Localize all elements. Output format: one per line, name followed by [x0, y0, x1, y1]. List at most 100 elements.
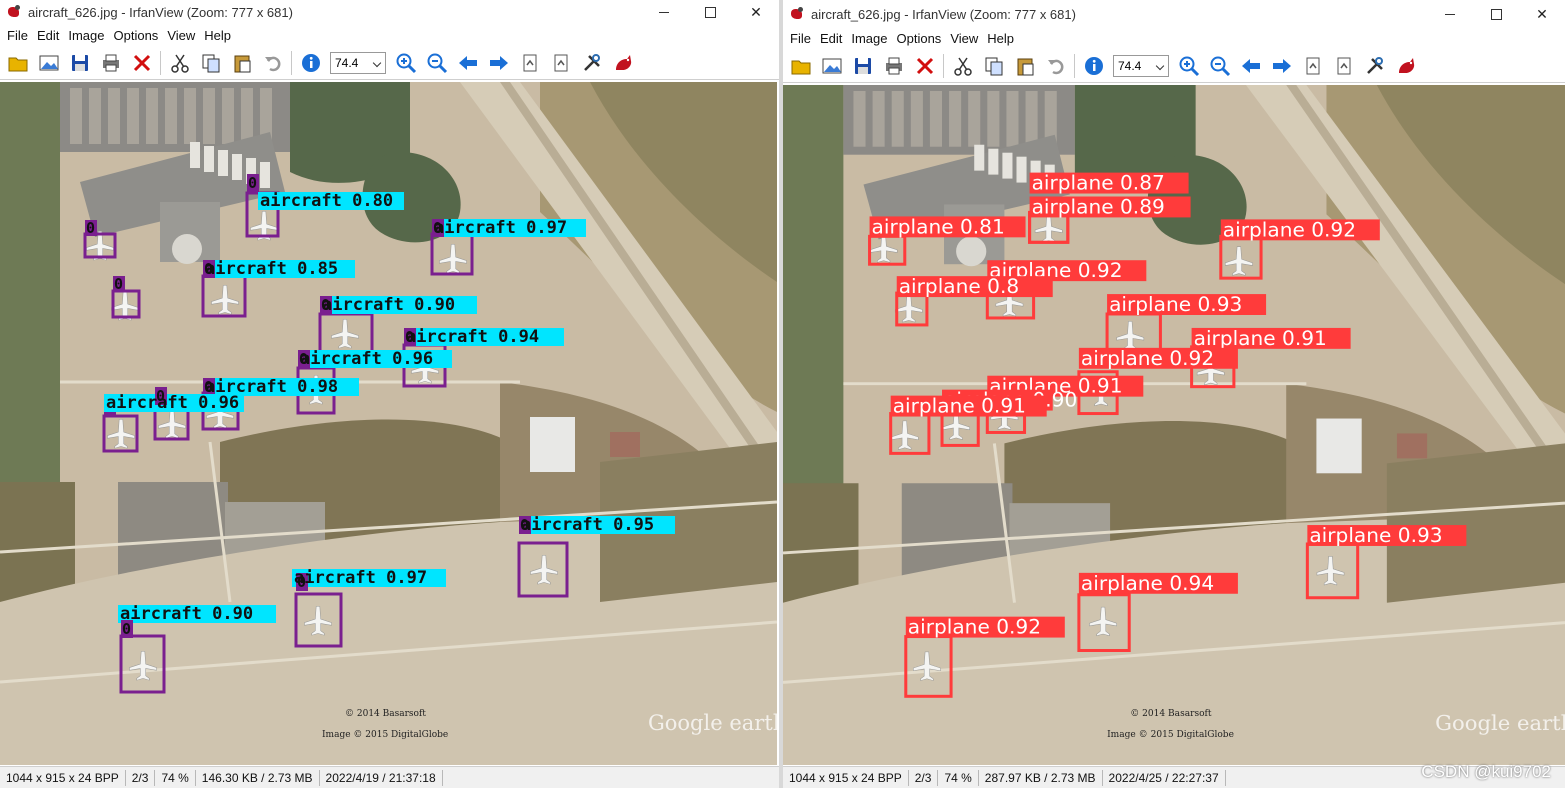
info-icon[interactable] — [1078, 51, 1109, 81]
properties-icon[interactable] — [1359, 51, 1390, 81]
parking-row — [1025, 90, 1038, 147]
zoom-level-select[interactable]: 74.4 — [330, 51, 386, 74]
terminal-roof-panel — [204, 146, 214, 172]
open-folder-icon[interactable] — [785, 51, 816, 81]
irfanview-cat-icon[interactable] — [1390, 51, 1421, 81]
cut-icon[interactable] — [164, 48, 195, 78]
save-icon[interactable] — [847, 51, 878, 81]
minimize-button[interactable] — [641, 0, 687, 24]
paste-icon[interactable] — [226, 48, 257, 78]
detection-label: airplane 0.8 — [899, 274, 1019, 298]
delete-icon[interactable] — [909, 51, 940, 81]
detection-label: aircraft 0.90 — [322, 295, 455, 315]
parking-row — [70, 88, 82, 144]
parking-row — [241, 88, 253, 144]
parking-row — [853, 90, 866, 147]
detection-label: aircraft 0.85 — [205, 259, 338, 279]
undo-icon[interactable] — [257, 48, 288, 78]
image-viewport[interactable]: © 2014 Basarsoft Image © 2015 DigitalGlob… — [783, 85, 1565, 765]
zoom-in-icon[interactable] — [1173, 51, 1204, 81]
copy-icon[interactable] — [195, 48, 226, 78]
menu-view[interactable]: View — [946, 31, 982, 46]
small-building — [1396, 433, 1428, 459]
detection-label: aircraft 0.95 — [521, 515, 654, 535]
toolbar-separator — [1074, 53, 1075, 78]
menu-file[interactable]: File — [3, 28, 32, 43]
menu-image[interactable]: Image — [64, 28, 108, 43]
terminal-rotunda — [956, 236, 987, 267]
maximize-button[interactable] — [687, 0, 733, 24]
parking-row — [1006, 90, 1019, 147]
next-icon[interactable] — [1266, 51, 1297, 81]
zoom-out-icon[interactable] — [421, 48, 452, 78]
next-icon[interactable] — [483, 48, 514, 78]
title-bar[interactable]: aircraft_626.jpg - IrfanView (Zoom: 777 … — [0, 0, 779, 24]
slideshow-icon[interactable] — [816, 51, 847, 81]
zoom-level-select[interactable]: 74.4 — [1113, 54, 1169, 77]
menu-options[interactable]: Options — [893, 31, 946, 46]
undo-icon[interactable] — [1040, 51, 1071, 81]
cut-icon[interactable] — [947, 51, 978, 81]
parking-row — [222, 88, 234, 144]
parking-row — [165, 88, 177, 144]
map-credit-text: © 2014 Basarsoft — [345, 709, 426, 719]
parking-row — [146, 88, 158, 144]
slideshow-icon[interactable] — [33, 48, 64, 78]
toolbar-separator — [291, 50, 292, 75]
irfanview-cat-icon[interactable] — [607, 48, 638, 78]
status-zoom: 74 % — [155, 769, 196, 786]
menu-image[interactable]: Image — [847, 31, 891, 46]
toolbar-separator — [943, 53, 944, 78]
menu-view[interactable]: View — [163, 28, 199, 43]
delete-icon[interactable] — [126, 48, 157, 78]
copy-icon[interactable] — [978, 51, 1009, 81]
terminal-roof-panel — [260, 162, 270, 188]
map-credit-text: © 2014 Basarsoft — [1130, 709, 1212, 719]
close-button[interactable]: ✕ — [1519, 2, 1565, 26]
print-icon[interactable] — [95, 48, 126, 78]
menu-edit[interactable]: Edit — [33, 28, 63, 43]
parking-row — [127, 88, 139, 144]
previous-icon[interactable] — [1235, 51, 1266, 81]
status-zoom: 74 % — [938, 769, 979, 786]
window-title: aircraft_626.jpg - IrfanView (Zoom: 777 … — [28, 4, 293, 20]
first-page-icon[interactable] — [1297, 51, 1328, 81]
open-folder-icon[interactable] — [2, 48, 33, 78]
parking-row — [891, 90, 904, 147]
menu-file[interactable]: File — [786, 31, 815, 46]
toolbar: 74.4 — [783, 49, 1565, 83]
title-bar[interactable]: aircraft_626.jpg - IrfanView (Zoom: 777 … — [783, 2, 1565, 26]
first-page-icon[interactable] — [514, 48, 545, 78]
hangar — [530, 417, 575, 472]
print-icon[interactable] — [878, 51, 909, 81]
maximize-button[interactable] — [1473, 2, 1519, 26]
minimize-button[interactable] — [1427, 2, 1473, 26]
status-filesize: 287.97 KB / 2.73 MB — [979, 769, 1103, 786]
status-dimensions: 1044 x 915 x 24 BPP — [0, 769, 126, 786]
previous-icon[interactable] — [452, 48, 483, 78]
terminal-roof-panel — [988, 148, 999, 175]
close-button[interactable]: ✕ — [733, 0, 779, 24]
last-page-icon[interactable] — [545, 48, 576, 78]
menu-edit[interactable]: Edit — [816, 31, 846, 46]
detection-label: aircraft 0.96 — [300, 349, 433, 369]
parking-row — [89, 88, 101, 144]
detection-label: airplane 0.92 — [1081, 346, 1214, 370]
terminal-roof-panel — [974, 144, 985, 171]
last-page-icon[interactable] — [1328, 51, 1359, 81]
parking-row — [949, 90, 962, 147]
save-icon[interactable] — [64, 48, 95, 78]
terminal-rotunda — [172, 234, 202, 264]
menu-help[interactable]: Help — [983, 31, 1018, 46]
info-icon[interactable] — [295, 48, 326, 78]
detection-label: airplane 0.92 — [908, 615, 1041, 639]
menu-options[interactable]: Options — [110, 28, 163, 43]
menu-help[interactable]: Help — [200, 28, 235, 43]
properties-icon[interactable] — [576, 48, 607, 78]
zoom-in-icon[interactable] — [390, 48, 421, 78]
parking-row — [184, 88, 196, 144]
zoom-out-icon[interactable] — [1204, 51, 1235, 81]
image-viewport[interactable]: © 2014 Basarsoft Image © 2015 DigitalGlob… — [0, 82, 777, 765]
paste-icon[interactable] — [1009, 51, 1040, 81]
terminal-roof-panel — [218, 150, 228, 176]
